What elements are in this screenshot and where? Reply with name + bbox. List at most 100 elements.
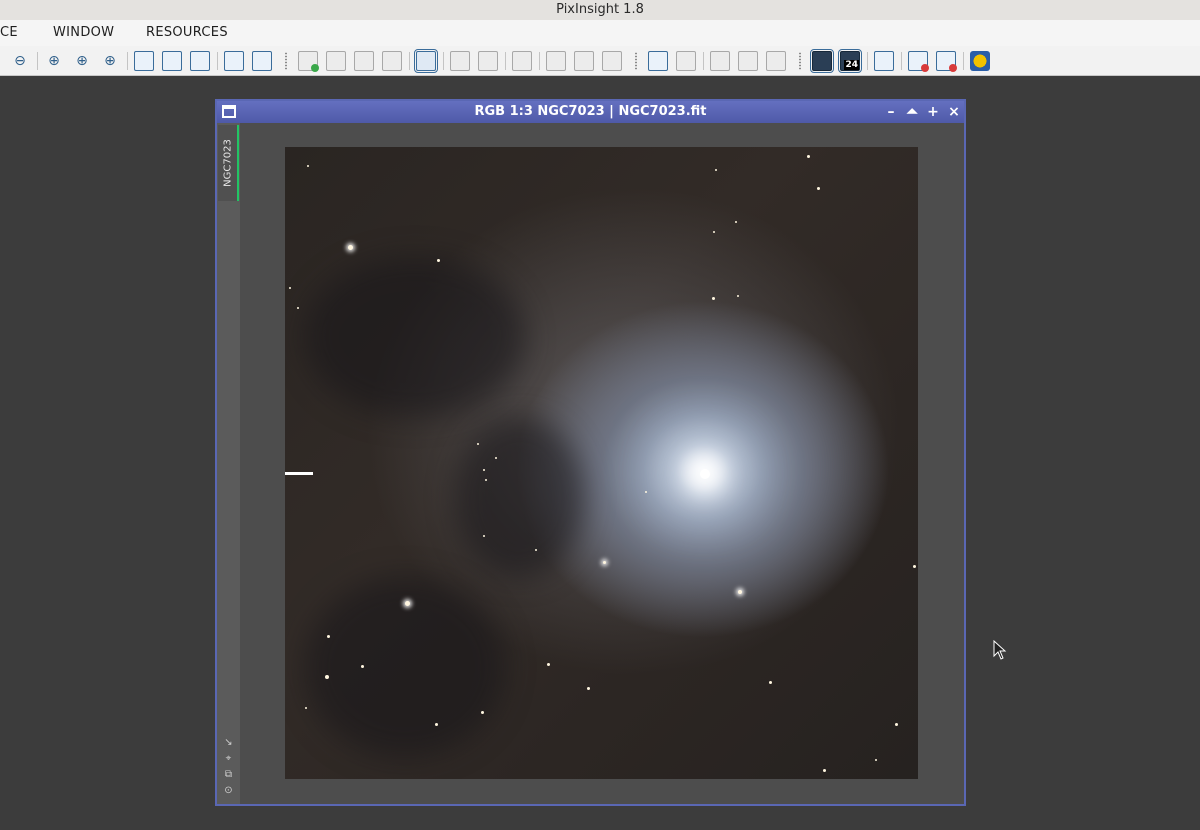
star xyxy=(587,687,590,690)
preview-reset-icon[interactable] xyxy=(574,51,594,71)
star xyxy=(325,675,329,679)
window-menu-icon[interactable] xyxy=(222,105,236,118)
star xyxy=(435,723,438,726)
zoom-fit-icon[interactable]: ⊕ xyxy=(72,51,92,71)
edit-image-icon[interactable] xyxy=(326,51,346,71)
screen-transfer-icon[interactable] xyxy=(810,49,834,73)
main-toolbar: ⊖ ⊕ ⊕ ⊕ 24 xyxy=(0,46,1200,76)
toolbar-separator xyxy=(539,52,540,70)
auto-stretch-icon[interactable] xyxy=(970,51,990,71)
clone-view-icon[interactable]: ⧉ xyxy=(223,769,234,780)
app-title: PixInsight 1.8 xyxy=(556,2,644,17)
zoom-in-icon[interactable]: ⊕ xyxy=(44,51,64,71)
mask-remove-icon[interactable] xyxy=(766,51,786,71)
toolbar-separator xyxy=(127,52,128,70)
fit-window-icon[interactable]: ⌖ xyxy=(223,753,234,764)
star xyxy=(307,165,309,167)
preview-mode-icon[interactable] xyxy=(414,49,438,73)
toolbar-separator xyxy=(867,52,868,70)
readout-marker xyxy=(285,472,313,475)
preview-delete-icon[interactable] xyxy=(602,51,622,71)
star xyxy=(807,155,810,158)
star xyxy=(483,535,485,537)
star xyxy=(895,723,898,726)
toolbar-grip[interactable] xyxy=(284,52,288,70)
mask-show-icon[interactable] xyxy=(710,51,730,71)
toolbar-grip[interactable] xyxy=(798,52,802,70)
toolbar-separator xyxy=(409,52,410,70)
star xyxy=(737,295,739,297)
zoom-actual-icon[interactable]: ⊕ xyxy=(100,51,120,71)
drag-view-icon[interactable]: ↘ xyxy=(223,737,234,748)
image-window-title: RGB 1:3 NGC7023 | NGC7023.fit xyxy=(474,104,707,119)
star xyxy=(289,287,291,289)
star xyxy=(305,707,307,709)
view-identifier-tab[interactable]: NGC7023 xyxy=(218,125,239,201)
toolbar-grip[interactable] xyxy=(634,52,638,70)
mask-icon[interactable] xyxy=(648,51,668,71)
star xyxy=(495,457,497,459)
maximize-button[interactable]: + xyxy=(924,103,942,121)
fit-view-icon[interactable] xyxy=(134,51,154,71)
new-window-icon[interactable] xyxy=(224,51,244,71)
cursor-mode-icon[interactable] xyxy=(190,51,210,71)
shade-button[interactable]: ⏶ xyxy=(903,103,921,121)
close-button[interactable]: × xyxy=(945,103,963,121)
star xyxy=(817,187,820,190)
star xyxy=(715,169,717,171)
star xyxy=(913,565,916,568)
menu-item-workspace[interactable]: CE xyxy=(0,20,18,46)
star xyxy=(361,665,364,668)
view-side-strip: NGC7023 ↘ ⌖ ⧉ ⊙ xyxy=(217,123,240,804)
image-window[interactable]: RGB 1:3 NGC7023 | NGC7023.fit – ⏶ + × NG… xyxy=(215,99,966,806)
undo-icon[interactable] xyxy=(450,51,470,71)
menu-bar: CE WINDOW RESOURCES xyxy=(0,20,1200,46)
star xyxy=(481,711,484,714)
24-bit-stf-icon[interactable]: 24 xyxy=(838,49,862,73)
stf-reset-icon[interactable] xyxy=(908,51,929,72)
history-back-icon[interactable] xyxy=(512,51,532,71)
preview-new-icon[interactable] xyxy=(546,51,566,71)
star xyxy=(327,635,330,638)
add-image-icon[interactable] xyxy=(354,51,374,71)
star xyxy=(483,469,485,471)
mask-invert-icon[interactable] xyxy=(738,51,758,71)
24-bit-badge: 24 xyxy=(844,60,859,70)
star xyxy=(645,491,647,493)
reflection-nebula-core xyxy=(700,469,710,479)
app-title-bar: PixInsight 1.8 xyxy=(0,0,1200,20)
toolbar-separator xyxy=(37,52,38,70)
dark-nebula-region xyxy=(305,257,525,417)
new-image-icon[interactable] xyxy=(298,51,319,72)
toolbar-separator xyxy=(505,52,506,70)
image-window-title-bar[interactable]: RGB 1:3 NGC7023 | NGC7023.fit – ⏶ + × xyxy=(217,101,964,123)
menu-item-resources[interactable]: RESOURCES xyxy=(146,20,228,46)
add-image-2-icon[interactable] xyxy=(382,51,402,71)
star xyxy=(603,561,606,564)
star xyxy=(823,769,826,772)
toolbar-separator xyxy=(963,52,964,70)
redo-icon[interactable] xyxy=(478,51,498,71)
star xyxy=(735,221,737,223)
maximize-view-icon[interactable] xyxy=(252,51,272,71)
toolbar-separator xyxy=(217,52,218,70)
minimize-button[interactable]: – xyxy=(882,103,900,121)
select-view-icon[interactable] xyxy=(162,51,182,71)
stf-disable-icon[interactable] xyxy=(936,51,957,72)
toolbar-separator xyxy=(703,52,704,70)
star xyxy=(535,549,537,551)
zoom-out-icon[interactable]: ⊖ xyxy=(10,51,30,71)
view-identifier-label: NGC7023 xyxy=(222,139,233,187)
dark-nebula-region xyxy=(455,417,585,577)
view-properties-icon[interactable]: ⊙ xyxy=(223,785,234,796)
star xyxy=(547,663,550,666)
star xyxy=(405,601,410,606)
star xyxy=(875,759,877,761)
star xyxy=(738,590,742,594)
menu-item-window[interactable]: WINDOW xyxy=(53,20,114,46)
link-stf-icon[interactable] xyxy=(874,51,894,71)
star xyxy=(485,479,487,481)
mask-disable-icon[interactable] xyxy=(676,51,696,71)
star xyxy=(477,443,479,445)
nebula-image[interactable] xyxy=(285,147,918,779)
